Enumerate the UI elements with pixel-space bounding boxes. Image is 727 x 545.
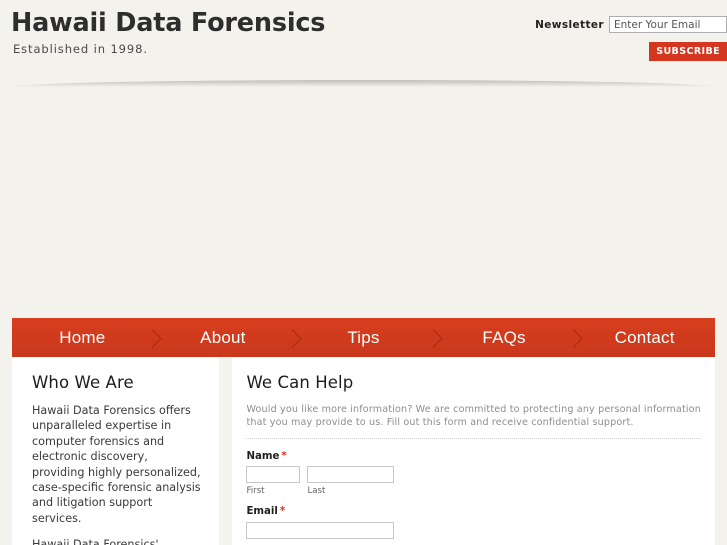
- newsletter-row: Newsletter: [535, 16, 727, 33]
- email-input[interactable]: [246, 522, 395, 539]
- column-divider: [219, 357, 233, 545]
- who-we-are-section: Who We Are Hawaii Data Forensics offers …: [12, 357, 219, 545]
- subscribe-button[interactable]: SUBSCRIBE: [649, 42, 727, 61]
- email-field-group: Email *: [246, 506, 701, 539]
- banner-image-placeholder: [12, 87, 715, 318]
- main-nav: Home About Tips FAQs Contact: [12, 318, 715, 357]
- we-can-help-intro: Would you like more information? We are …: [246, 404, 701, 428]
- nav-item-about[interactable]: About: [153, 318, 294, 357]
- name-label-text: Name: [246, 451, 280, 462]
- site-header: Hawaii Data Forensics Established in 199…: [0, 0, 727, 80]
- newsletter-label: Newsletter: [535, 18, 604, 31]
- nav-item-tips[interactable]: Tips: [293, 318, 434, 357]
- name-last-input[interactable]: [307, 466, 395, 483]
- who-we-are-paragraph-2: Hawaii Data Forensics' methodology and a…: [32, 538, 159, 545]
- name-field-label: Name *: [246, 451, 701, 462]
- newsletter-email-input[interactable]: [609, 16, 727, 33]
- content-area: Who We Are Hawaii Data Forensics offers …: [12, 357, 715, 545]
- page-title: Hawaii Data Forensics: [11, 8, 326, 38]
- who-we-are-paragraph-1: Hawaii Data Forensics offers unparallele…: [32, 404, 201, 525]
- name-sub-labels: First Last: [246, 486, 701, 496]
- name-first-sublabel: First: [246, 486, 265, 496]
- name-first-input[interactable]: [246, 466, 301, 483]
- nav-item-home[interactable]: Home: [12, 318, 153, 357]
- name-inputs-row: [246, 466, 701, 483]
- banner-region: [12, 80, 715, 318]
- email-required-asterisk: *: [279, 506, 286, 517]
- email-field-label: Email *: [246, 506, 701, 517]
- brand-block[interactable]: Hawaii Data Forensics Established in 199…: [11, 8, 326, 56]
- banner-top-shadow: [12, 80, 715, 87]
- nav-item-contact[interactable]: Contact: [574, 318, 715, 357]
- nav-item-faqs[interactable]: FAQs: [434, 318, 575, 357]
- we-can-help-heading: We Can Help: [246, 373, 354, 392]
- name-field-group: Name * First Last: [246, 451, 701, 496]
- name-required-asterisk: *: [281, 451, 287, 462]
- contact-form: Name * First Last Email *: [246, 451, 701, 539]
- we-can-help-section: We Can Help Would you like more informat…: [232, 357, 715, 545]
- name-last-sublabel: Last: [307, 486, 326, 496]
- who-we-are-heading: Who We Are: [32, 373, 134, 392]
- newsletter-signup: Newsletter SUBSCRIBE: [535, 16, 727, 61]
- site-tagline: Established in 1998.: [13, 41, 148, 56]
- email-label-text: Email: [246, 506, 278, 517]
- form-divider: [246, 438, 701, 439]
